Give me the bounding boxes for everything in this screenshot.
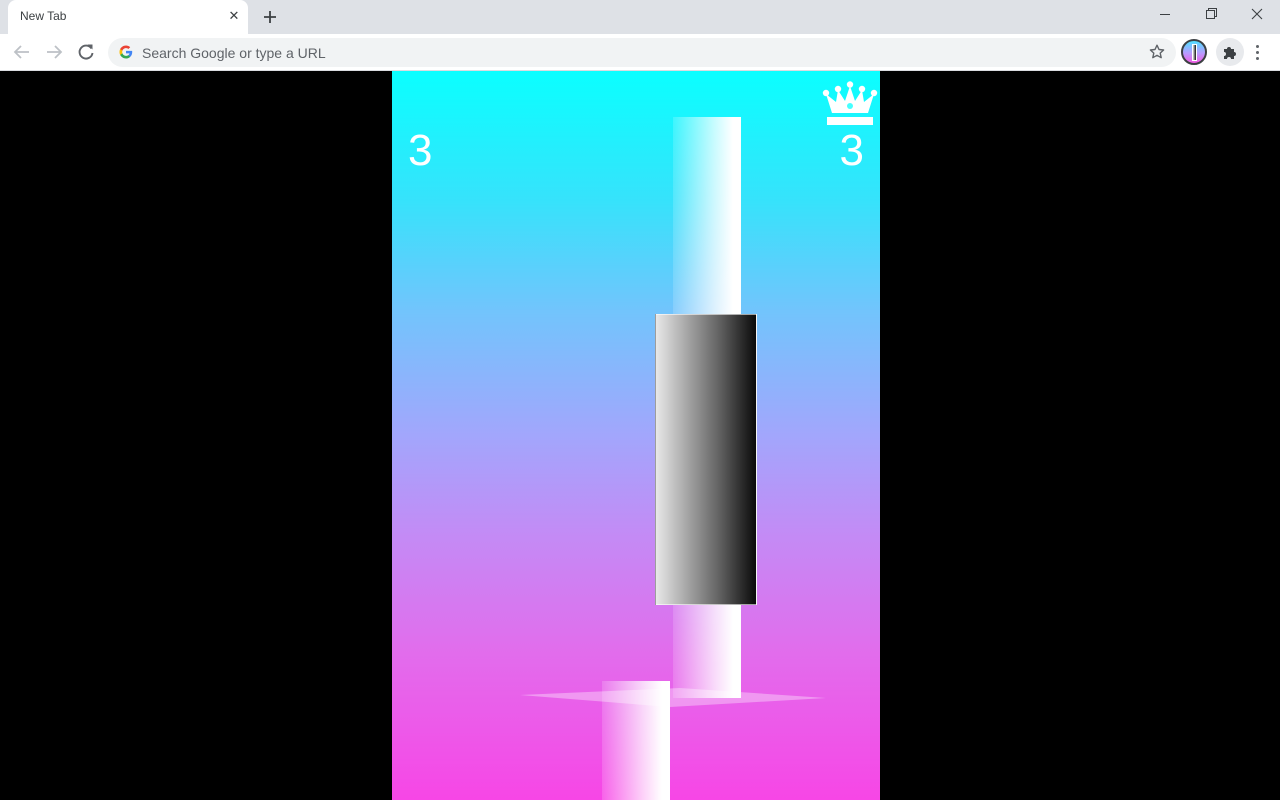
address-bar[interactable]: Search Google or type a URL [108, 38, 1176, 67]
extensions-button[interactable] [1216, 38, 1244, 66]
plus-icon [264, 11, 276, 23]
kebab-menu-icon [1256, 45, 1259, 48]
star-icon[interactable] [1148, 43, 1166, 61]
minimize-icon [1160, 14, 1170, 15]
kebab-menu-icon-dot [1256, 51, 1259, 54]
reload-button[interactable] [73, 39, 99, 65]
minimize-button[interactable] [1142, 0, 1188, 30]
browser-toolbar: Search Google or type a URL [0, 34, 1280, 71]
tower-pillar-base [602, 681, 670, 800]
reload-icon [78, 44, 94, 60]
google-g-icon [119, 45, 133, 59]
close-icon [1251, 8, 1263, 20]
window-close-button[interactable] [1234, 0, 1280, 30]
tower-pillar-upper [673, 117, 741, 314]
address-input[interactable]: Search Google or type a URL [142, 45, 326, 61]
restore-icon [1206, 8, 1217, 19]
game-canvas[interactable]: 3 3 [392, 71, 880, 800]
profile-avatar-glyph [1192, 44, 1197, 61]
forward-button[interactable] [41, 39, 67, 65]
moving-block [655, 314, 757, 605]
best-score: 3 [839, 126, 864, 175]
back-button[interactable] [9, 39, 35, 65]
tab-new-tab[interactable]: New Tab ✕ [8, 0, 248, 34]
puzzle-icon [1224, 47, 1236, 59]
arrow-left-icon [13, 45, 29, 59]
page-viewport: 3 3 [0, 71, 1280, 800]
browser-menu-button[interactable] [1250, 40, 1266, 64]
crown-icon [822, 81, 878, 125]
tab-strip: New Tab ✕ [0, 0, 1280, 34]
new-tab-button[interactable] [258, 6, 282, 28]
base-platform [520, 688, 826, 707]
arrow-right-icon [47, 45, 63, 59]
close-icon[interactable]: ✕ [226, 8, 242, 24]
profile-avatar[interactable] [1181, 39, 1207, 65]
current-score: 3 [408, 126, 433, 175]
tab-title: New Tab [20, 9, 67, 23]
restore-button[interactable] [1188, 0, 1234, 30]
kebab-menu-icon-dot [1256, 57, 1259, 60]
